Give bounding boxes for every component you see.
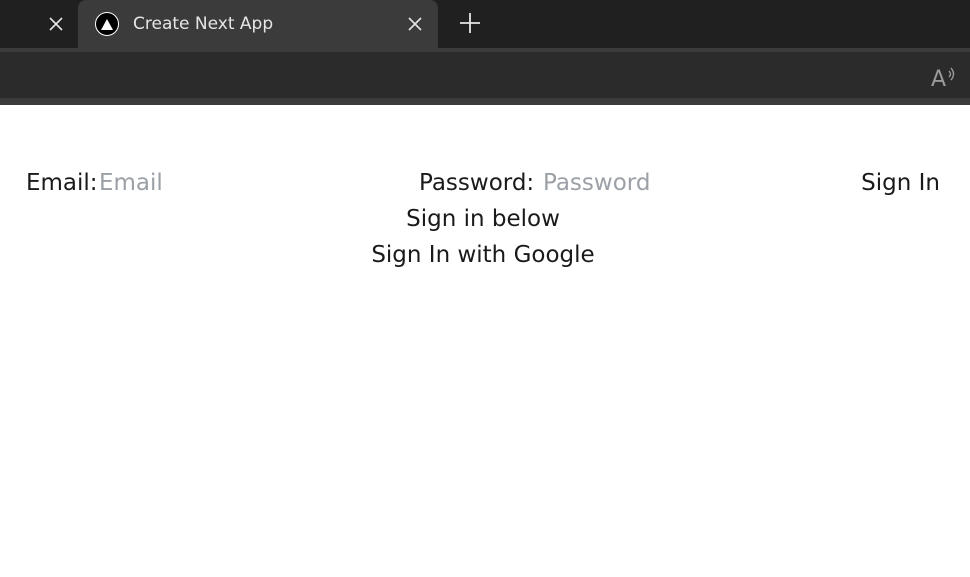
sign-in-below-text: Sign in below [406,206,560,232]
read-aloud-icon[interactable]: A [930,64,958,90]
sign-in-button[interactable]: Sign In [861,169,940,197]
svg-text:A: A [931,67,946,89]
close-icon[interactable] [44,12,68,36]
tab-strip: Create Next App [0,0,970,48]
nextjs-triangle-icon [95,12,119,36]
close-icon[interactable] [403,12,427,36]
tab-create-next-app[interactable]: Create Next App [78,0,438,48]
toolbar-divider [0,98,970,105]
plus-icon[interactable] [457,10,483,36]
email-field[interactable] [99,169,389,197]
browser-toolbar: A [0,48,970,98]
email-label: Email: [26,170,98,196]
page-content: Email: Password: Sign In Sign in below S… [0,105,970,577]
sign-in-with-google-button[interactable]: Sign In with Google [371,241,594,269]
signin-form: Email: Password: Sign In [26,169,940,197]
google-signin-row: Sign In with Google [0,241,966,269]
browser-window: Create Next App A Email: Email Password:… [0,0,970,577]
tab-title: Create Next App [133,14,274,34]
password-label: Password: [419,170,535,196]
password-field[interactable] [543,169,843,197]
